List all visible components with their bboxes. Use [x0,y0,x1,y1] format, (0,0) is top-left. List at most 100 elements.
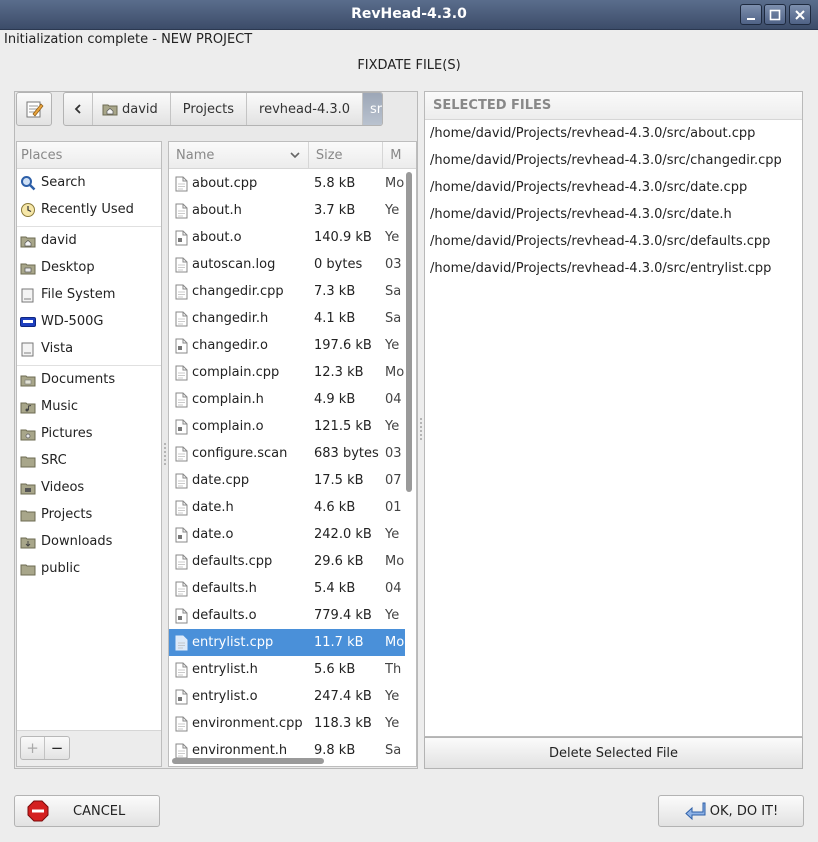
sidebar-item-recently-used[interactable]: Recently Used [17,196,161,223]
file-size: 4.6 kB [314,500,356,515]
table-row[interactable]: about.o 140.9 kB Ye [169,224,405,251]
file-size: 9.8 kB [314,743,356,758]
path-crumb-label: revhead-4.3.0 [259,101,351,117]
folder-icon [20,375,36,386]
sidebar-item-downloads[interactable]: Downloads [17,528,161,555]
sidebar-item-desktop[interactable]: Desktop [17,254,161,281]
file-modified: Ye [385,689,400,704]
table-row[interactable]: entrylist.o 247.4 kB Ye [169,683,405,710]
vertical-scrollbar[interactable] [406,172,412,492]
text-file-icon [169,311,191,327]
table-row[interactable]: complain.cpp 12.3 kB Mo [169,359,405,386]
path-crumb-david[interactable]: david [93,93,171,125]
text-file-icon [169,500,191,516]
stop-icon [27,800,49,822]
selected-file-item[interactable]: /home/david/Projects/revhead-4.3.0/src/c… [425,147,802,174]
table-row[interactable]: entrylist.h 5.6 kB Th [169,656,405,683]
path-crumb-projects[interactable]: Projects [171,93,248,125]
sidebar-item-src[interactable]: SRC [17,447,161,474]
places-sidebar: Places Search Recently Used david Deskto… [16,141,162,767]
pane-resize-grip[interactable] [420,418,422,440]
add-bookmark-button[interactable]: + [21,737,45,759]
table-row[interactable]: changedir.o 197.6 kB Ye [169,332,405,359]
file-size: 242.0 kB [314,527,372,542]
table-row[interactable]: configure.scan 683 bytes 03 [169,440,405,467]
sidebar-item-music[interactable]: Music [17,393,161,420]
selected-files-header: SELECTED FILES [425,92,802,120]
file-name: complain.h [192,392,264,407]
file-modified: Sa [385,284,402,299]
places-footer: + − [17,730,161,766]
column-header-name[interactable]: Name [169,142,309,169]
file-modified: Mo [385,176,405,191]
file-name: changedir.h [192,311,269,326]
selected-file-item[interactable]: /home/david/Projects/revhead-4.3.0/src/e… [425,255,802,282]
column-header-size[interactable]: Size [309,142,384,169]
sidebar-item-public[interactable]: public [17,555,161,582]
selected-file-item[interactable]: /home/david/Projects/revhead-4.3.0/src/d… [425,201,802,228]
table-row[interactable]: complain.h 4.9 kB 04 [169,386,405,413]
text-file-icon [169,635,191,651]
sidebar-item-vista[interactable]: Vista [17,335,161,362]
delete-selected-file-button[interactable]: Delete Selected File [424,737,803,769]
file-modified: Ye [385,338,400,353]
clock-icon [21,202,35,217]
table-row[interactable]: entrylist.cpp 11.7 kB Mo [169,629,405,656]
videos-folder-icon [20,483,36,494]
minimize-icon [747,17,755,20]
file-size: 197.6 kB [314,338,372,353]
table-row[interactable]: environment.cpp 118.3 kB Ye [169,710,405,737]
sidebar-item-file-system[interactable]: File System [17,281,161,308]
path-back-button[interactable] [64,93,93,125]
file-name: complain.o [192,419,264,434]
maximize-button[interactable] [764,4,786,25]
location-edit-button[interactable] [16,92,52,126]
table-row[interactable]: date.cpp 17.5 kB 07 [169,467,405,494]
file-name: complain.cpp [192,365,280,380]
table-row[interactable]: changedir.cpp 7.3 kB Sa [169,278,405,305]
table-row[interactable]: complain.o 121.5 kB Ye [169,413,405,440]
file-size: 4.9 kB [314,392,356,407]
sidebar-item-projects[interactable]: Projects [17,501,161,528]
close-button[interactable] [789,4,811,25]
path-crumb-src[interactable]: src [363,93,382,125]
table-row[interactable]: date.h 4.6 kB 01 [169,494,405,521]
selected-file-item[interactable]: /home/david/Projects/revhead-4.3.0/src/a… [425,120,802,147]
table-row[interactable]: defaults.cpp 29.6 kB Mo [169,548,405,575]
binary-file-icon [169,608,191,624]
table-row[interactable]: defaults.o 779.4 kB Ye [169,602,405,629]
table-row[interactable]: date.o 242.0 kB Ye [169,521,405,548]
wd-drive-icon [20,316,36,327]
sidebar-item-pictures[interactable]: Pictures [17,420,161,447]
remove-bookmark-button[interactable]: − [45,737,69,759]
binary-file-icon [169,230,191,246]
status-text: Initialization complete - NEW PROJECT [4,32,253,47]
table-row[interactable]: changedir.h 4.1 kB Sa [169,305,405,332]
horizontal-scrollbar[interactable] [172,758,324,764]
file-modified: Ye [385,608,400,623]
table-row[interactable]: autoscan.log 0 bytes 03 [169,251,405,278]
selected-file-item[interactable]: /home/david/Projects/revhead-4.3.0/src/d… [425,174,802,201]
selected-file-item[interactable]: /home/david/Projects/revhead-4.3.0/src/d… [425,228,802,255]
column-header-modified[interactable]: M [383,142,416,169]
table-row[interactable]: about.cpp 5.8 kB Mo [169,170,405,197]
table-row[interactable]: about.h 3.7 kB Ye [169,197,405,224]
sidebar-item-documents[interactable]: Documents [17,366,161,393]
file-size: 12.3 kB [314,365,364,380]
sidebar-item-david[interactable]: david [17,227,161,254]
file-name: date.h [192,500,234,515]
minimize-button[interactable] [740,4,762,25]
cancel-button[interactable]: CANCEL [14,795,160,827]
sidebar-item-search[interactable]: Search [17,169,161,196]
file-name: autoscan.log [192,257,276,272]
sidebar-item-videos[interactable]: Videos [17,474,161,501]
text-file-icon [169,365,191,381]
file-name: entrylist.o [192,689,258,704]
pane-resize-grip[interactable] [164,443,166,465]
title-bar: RevHead-4.3.0 [0,0,818,30]
ok-do-it-button[interactable]: OK, DO IT! [658,795,804,827]
table-row[interactable]: defaults.h 5.4 kB 04 [169,575,405,602]
sidebar-item-wd-500g[interactable]: WD-500G [17,308,161,335]
path-crumb-revhead[interactable]: revhead-4.3.0 [247,93,364,125]
file-modified: 07 [385,473,402,488]
